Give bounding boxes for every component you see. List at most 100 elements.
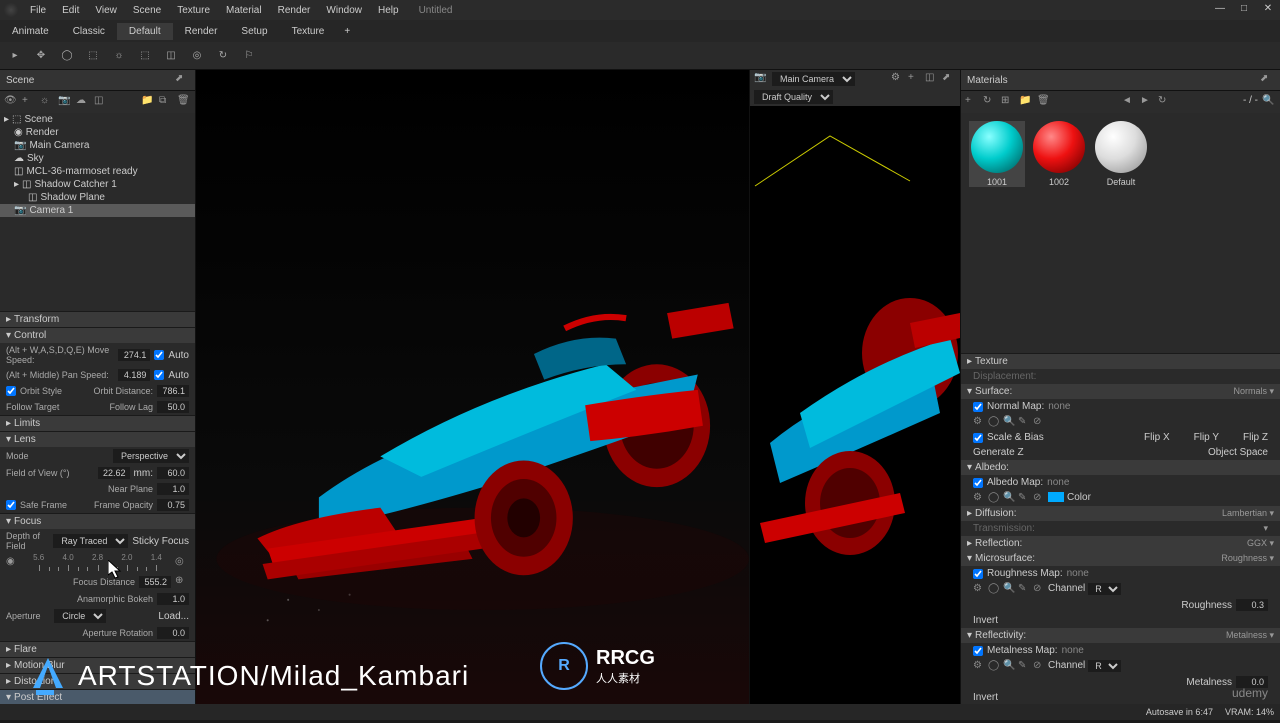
nm-inspect-icon[interactable]: 🔍 xyxy=(1003,416,1015,428)
sec-quality-select[interactable]: Draft Quality xyxy=(754,90,833,104)
nm-circle-icon[interactable]: ◯ xyxy=(988,416,1000,428)
frame-opacity-input[interactable]: 0.75 xyxy=(157,499,189,511)
tree-item-shadow-catcher[interactable]: ▸◫Shadow Catcher 1 xyxy=(0,178,195,191)
ro-gear-icon[interactable]: ⚙ xyxy=(973,583,985,595)
camera-add-icon[interactable]: 📷 xyxy=(58,95,72,109)
ro-clear-icon[interactable]: ⊘ xyxy=(1033,583,1045,595)
metalness-channel-select[interactable]: R xyxy=(1088,660,1121,672)
object-space-label[interactable]: Object Space xyxy=(1208,447,1268,458)
close-icon[interactable]: ✕ xyxy=(1260,0,1276,16)
sec-gear-icon[interactable]: ⚙ xyxy=(891,72,905,86)
frame-tool-icon[interactable]: ⬚ xyxy=(136,47,154,65)
mat-albedo-header[interactable]: ▾Albedo: xyxy=(961,460,1280,475)
tab-texture[interactable]: Texture xyxy=(280,23,337,40)
mesh-add-icon[interactable]: ◫ xyxy=(94,95,108,109)
orbit-distance-input[interactable]: 786.1 xyxy=(157,385,189,397)
fov-input[interactable]: 22.62 xyxy=(98,467,130,479)
prop-limits[interactable]: ▸Limits xyxy=(0,415,195,431)
tree-item-camera1[interactable]: 📷Camera 1 xyxy=(0,204,195,217)
aperture-scale[interactable]: ◉ 5.6 4.0 2.8 2.0 1.4 ◎ xyxy=(0,553,195,573)
menu-edit[interactable]: Edit xyxy=(54,5,87,16)
tree-item-render[interactable]: ◉Render xyxy=(0,126,195,139)
normal-map-check[interactable] xyxy=(973,402,983,412)
flipy-label[interactable]: Flip Y xyxy=(1194,432,1219,443)
sky-add-icon[interactable]: ☁ xyxy=(76,95,90,109)
metalness-map-check[interactable] xyxy=(973,646,983,656)
tab-add-icon[interactable]: + xyxy=(336,26,358,37)
focus-pick-icon[interactable]: ⊕ xyxy=(175,575,189,589)
roughness-input[interactable]: 0.3 xyxy=(1236,599,1268,611)
minimize-icon[interactable]: — xyxy=(1212,0,1228,16)
nm-edit-icon[interactable]: ✎ xyxy=(1018,416,1030,428)
focus-distance-input[interactable]: 555.2 xyxy=(139,576,171,588)
ro-edit-icon[interactable]: ✎ xyxy=(1018,583,1030,595)
scale-tool-icon[interactable]: ⬚ xyxy=(84,47,102,65)
safe-frame-check[interactable] xyxy=(6,500,16,510)
refresh-tool-icon[interactable]: ↻ xyxy=(214,47,232,65)
me-gear-icon[interactable]: ⚙ xyxy=(973,660,985,672)
tree-item-main-camera[interactable]: 📷Main Camera xyxy=(0,139,195,152)
tab-classic[interactable]: Classic xyxy=(61,23,117,40)
menu-window[interactable]: Window xyxy=(318,5,370,16)
al-gear-icon[interactable]: ⚙ xyxy=(973,492,985,504)
mat-reflection-header[interactable]: ▸Reflection: GGX ▾ xyxy=(961,536,1280,551)
dof-select[interactable]: Ray Traced xyxy=(53,534,128,548)
lens-mode-select[interactable]: Perspective xyxy=(113,449,189,463)
albedo-map-check[interactable] xyxy=(973,478,983,488)
tab-render[interactable]: Render xyxy=(173,23,230,40)
material-1002[interactable]: 1002 xyxy=(1031,121,1087,187)
mm-input[interactable]: 60.0 xyxy=(157,467,189,479)
mat-diffusion-header[interactable]: ▸Diffusion: Lambertian ▾ xyxy=(961,506,1280,521)
generate-z-label[interactable]: Generate Z xyxy=(973,447,1024,458)
me-clear-icon[interactable]: ⊘ xyxy=(1033,660,1045,672)
anamorphic-input[interactable]: 1.0 xyxy=(157,593,189,605)
nm-gear-icon[interactable]: ⚙ xyxy=(973,416,985,428)
mat-texture-header[interactable]: ▸Texture xyxy=(961,354,1280,369)
menu-texture[interactable]: Texture xyxy=(169,5,218,16)
select-tool-icon[interactable]: ▸ xyxy=(6,47,24,65)
add-object-icon[interactable]: + xyxy=(22,95,36,109)
menu-render[interactable]: Render xyxy=(270,5,319,16)
prop-control[interactable]: ▾Control xyxy=(0,327,195,343)
pan-speed-input[interactable]: 4.189 xyxy=(118,369,150,381)
tab-setup[interactable]: Setup xyxy=(229,23,279,40)
light-tool-icon[interactable]: ☼ xyxy=(110,47,128,65)
copy-icon[interactable]: ⧉ xyxy=(159,95,173,109)
al-circle-icon[interactable]: ◯ xyxy=(988,492,1000,504)
aperture-load-button[interactable]: Load... xyxy=(158,611,189,622)
ro-circle-icon[interactable]: ◯ xyxy=(988,583,1000,595)
al-edit-icon[interactable]: ✎ xyxy=(1018,492,1030,504)
tree-item-shadow-plane[interactable]: ◫Shadow Plane xyxy=(0,191,195,204)
mat-reload-icon[interactable]: ↻ xyxy=(1158,95,1172,109)
popout-icon[interactable]: ⬈ xyxy=(175,73,189,87)
flipz-label[interactable]: Flip Z xyxy=(1243,432,1268,443)
mat-nav-right-icon[interactable]: ► xyxy=(1140,95,1154,109)
delete-icon[interactable]: 🗑 xyxy=(177,95,191,109)
mat-microsurface-header[interactable]: ▾Microsurface: Roughness ▾ xyxy=(961,551,1280,566)
material-1001[interactable]: 1001 xyxy=(969,121,1025,187)
me-inspect-icon[interactable]: 🔍 xyxy=(1003,660,1015,672)
aperture-select[interactable]: Circle xyxy=(54,609,106,623)
tree-item-mesh[interactable]: ◫MCL-36-marmoset ready xyxy=(0,165,195,178)
scale-bias-check[interactable] xyxy=(973,433,983,443)
pan-speed-auto[interactable] xyxy=(154,370,164,380)
metalness-invert-label[interactable]: Invert xyxy=(973,692,998,703)
tab-default[interactable]: Default xyxy=(117,23,173,40)
albedo-color-swatch[interactable] xyxy=(1048,492,1064,502)
ro-inspect-icon[interactable]: 🔍 xyxy=(1003,583,1015,595)
roughness-map-check[interactable] xyxy=(973,569,983,579)
prop-flare[interactable]: ▸Flare xyxy=(0,641,195,657)
prop-transform[interactable]: ▸Transform xyxy=(0,311,195,327)
flag-tool-icon[interactable]: ⚐ xyxy=(240,47,258,65)
roughness-invert-label[interactable]: Invert xyxy=(973,615,998,626)
nm-clear-icon[interactable]: ⊘ xyxy=(1033,416,1045,428)
secondary-viewport[interactable]: 📷 Main Camera ⚙ + ◫ ⬈ Draft Quality xyxy=(750,70,960,720)
orbit-style-check[interactable] xyxy=(6,386,16,396)
me-circle-icon[interactable]: ◯ xyxy=(988,660,1000,672)
focus-tool-icon[interactable]: ◎ xyxy=(188,47,206,65)
menu-help[interactable]: Help xyxy=(370,5,407,16)
tree-item-sky[interactable]: ☁Sky xyxy=(0,152,195,165)
mat-surface-header[interactable]: ▾Surface: Normals ▾ xyxy=(961,384,1280,399)
mat-nav-left-icon[interactable]: ◄ xyxy=(1122,95,1136,109)
mat-delete-icon[interactable]: 🗑 xyxy=(1037,95,1051,109)
